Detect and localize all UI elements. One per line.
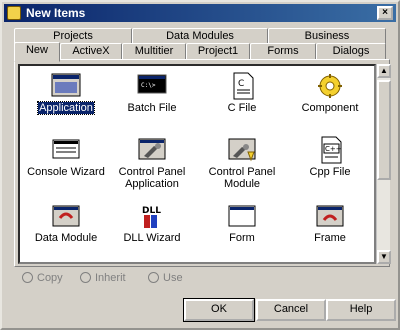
title-bar[interactable]: New Items × <box>4 4 396 22</box>
tab-forms[interactable]: Forms <box>250 43 316 59</box>
control-panel-application-icon <box>138 138 166 160</box>
item-form[interactable]: Form <box>196 198 288 258</box>
batch-file-icon: C:\> <box>137 74 167 94</box>
cpp-file-icon: C++ <box>321 136 342 164</box>
application-icon <box>51 73 81 97</box>
item-application[interactable]: Application <box>20 68 112 128</box>
items-list-view[interactable]: Application C:\> Batch File C C File Com… <box>18 64 376 264</box>
c-file-icon: C <box>233 72 254 100</box>
cancel-button[interactable]: Cancel <box>256 299 326 321</box>
control-panel-module-icon <box>228 138 256 162</box>
item-dll-wizard[interactable]: DLL DLL Wizard <box>106 198 198 258</box>
item-component[interactable]: Component <box>284 68 376 128</box>
close-button[interactable]: × <box>377 6 393 20</box>
item-label: Control Panel Module <box>208 166 276 190</box>
item-control-panel-module[interactable]: Control Panel Module <box>196 132 288 192</box>
frame-icon <box>316 205 344 227</box>
item-c-file[interactable]: C C File <box>196 68 288 128</box>
use-radio[interactable]: Use <box>148 272 183 286</box>
tab-new[interactable]: New <box>14 42 60 62</box>
tab-multitier[interactable]: Multitier <box>122 43 186 59</box>
item-label: Form <box>229 232 255 244</box>
component-icon <box>318 74 342 98</box>
svg-text:C: C <box>238 79 244 89</box>
tab-activex[interactable]: ActiveX <box>60 43 122 59</box>
svg-text:C:\>: C:\> <box>141 82 156 89</box>
tab-data-modules[interactable]: Data Modules <box>132 28 268 44</box>
inherit-radio[interactable]: Inherit <box>80 272 126 286</box>
inherit-label: Inherit <box>95 272 126 284</box>
item-cpp-file[interactable]: C++ Cpp File <box>284 132 376 192</box>
form-icon <box>228 205 256 227</box>
item-options-group: Copy Inherit Use <box>22 272 222 288</box>
item-control-panel-application[interactable]: Control Panel Application <box>106 132 198 192</box>
help-button[interactable]: Help <box>326 299 396 321</box>
close-icon: × <box>382 7 388 18</box>
console-wizard-icon <box>52 139 80 159</box>
scroll-down-icon[interactable]: ▼ <box>377 250 391 264</box>
use-label: Use <box>163 272 183 284</box>
tab-dialogs[interactable]: Dialogs <box>316 43 386 59</box>
item-label: Component <box>301 102 359 114</box>
dll-wizard-icon: DLL <box>142 206 161 228</box>
cpp-icon-text: C++ <box>325 145 342 153</box>
vertical-scrollbar[interactable]: ▲ ▼ <box>376 64 391 264</box>
radio-icon <box>22 272 33 283</box>
scroll-thumb[interactable] <box>377 80 391 180</box>
radio-icon <box>148 272 159 283</box>
new-items-dialog: New Items × Projects Data Modules Busine… <box>0 0 400 330</box>
scroll-up-icon[interactable]: ▲ <box>377 64 391 78</box>
tab-business[interactable]: Business <box>268 28 386 44</box>
item-label: Data Module <box>34 232 98 244</box>
item-label: DLL Wizard <box>123 232 181 244</box>
item-label: Console Wizard <box>27 166 105 178</box>
item-label: Control Panel Application <box>118 166 186 190</box>
copy-label: Copy <box>37 272 63 284</box>
item-label: Cpp File <box>309 166 351 178</box>
data-module-icon <box>52 205 80 227</box>
ok-button[interactable]: OK <box>183 298 255 322</box>
radio-icon <box>80 272 91 283</box>
item-data-module[interactable]: Data Module <box>20 198 112 258</box>
app-icon <box>7 6 21 20</box>
item-batch-file[interactable]: C:\> Batch File <box>106 68 198 128</box>
item-label: C File <box>227 102 257 114</box>
dll-icon-text: DLL <box>142 206 161 216</box>
item-console-wizard[interactable]: Console Wizard <box>20 132 112 192</box>
item-frame[interactable]: Frame <box>284 198 376 258</box>
item-label: Frame <box>314 232 346 244</box>
item-label: Application <box>37 101 95 115</box>
tab-project1[interactable]: Project1 <box>186 43 250 59</box>
item-label: Batch File <box>127 102 177 114</box>
copy-radio[interactable]: Copy <box>22 272 63 286</box>
dialog-title: New Items <box>26 6 86 20</box>
